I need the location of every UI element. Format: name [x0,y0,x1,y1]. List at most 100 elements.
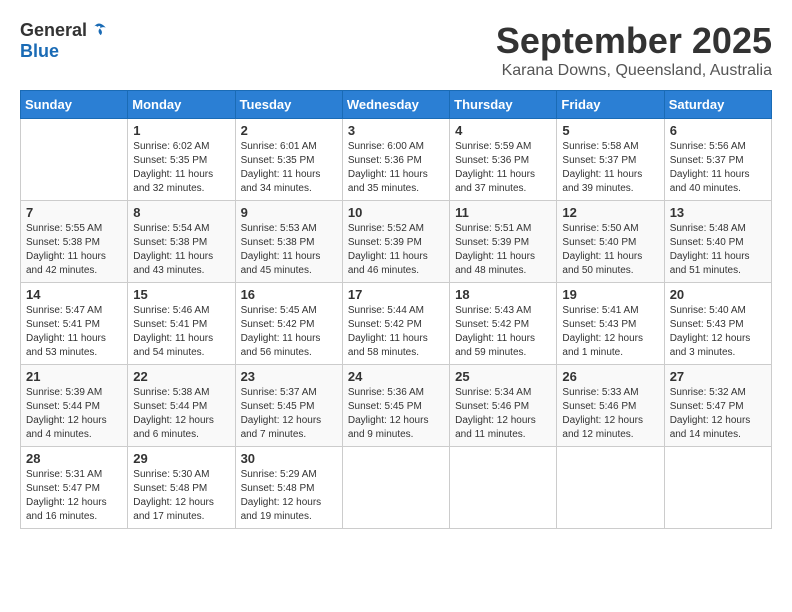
day-header-monday: Monday [128,91,235,119]
day-info: Sunrise: 5:29 AM Sunset: 5:48 PM Dayligh… [241,468,337,524]
calendar-cell: 25 Sunrise: 5:34 AM Sunset: 5:46 PM Dayli… [450,365,557,447]
day-info: Sunrise: 5:36 AM Sunset: 5:45 PM Dayligh… [348,386,444,442]
day-number: 9 [241,205,337,220]
logo: General Blue [20,20,109,62]
calendar-cell: 7 Sunrise: 5:55 AM Sunset: 5:38 PM Daylig… [21,201,128,283]
day-info: Sunrise: 5:51 AM Sunset: 5:39 PM Dayligh… [455,222,551,278]
day-number: 14 [26,287,122,302]
day-number: 12 [562,205,658,220]
calendar-cell [342,447,449,529]
day-number: 3 [348,123,444,138]
calendar-cell: 10 Sunrise: 5:52 AM Sunset: 5:39 PM Dayli… [342,201,449,283]
calendar-cell: 11 Sunrise: 5:51 AM Sunset: 5:39 PM Dayli… [450,201,557,283]
day-number: 7 [26,205,122,220]
day-number: 26 [562,369,658,384]
page-header: General Blue September 2025 Karana Downs… [20,20,772,80]
calendar-cell: 18 Sunrise: 5:43 AM Sunset: 5:42 PM Dayli… [450,283,557,365]
day-info: Sunrise: 5:38 AM Sunset: 5:44 PM Dayligh… [133,386,229,442]
day-number: 10 [348,205,444,220]
day-info: Sunrise: 5:47 AM Sunset: 5:41 PM Dayligh… [26,304,122,360]
calendar-cell: 27 Sunrise: 5:32 AM Sunset: 5:47 PM Dayli… [664,365,771,447]
calendar-cell [450,447,557,529]
day-header-friday: Friday [557,91,664,119]
calendar-cell: 3Sunrise: 6:00 AM Sunset: 5:36 PM Daylig… [342,119,449,201]
calendar-cell: 29 Sunrise: 5:30 AM Sunset: 5:48 PM Dayli… [128,447,235,529]
week-row-4: 21 Sunrise: 5:39 AM Sunset: 5:44 PM Dayli… [21,365,772,447]
calendar-cell: 8 Sunrise: 5:54 AM Sunset: 5:38 PM Daylig… [128,201,235,283]
day-number: 28 [26,451,122,466]
day-info: Sunrise: 5:39 AM Sunset: 5:44 PM Dayligh… [26,386,122,442]
day-number: 5 [562,123,658,138]
day-info: Sunrise: 5:58 AM Sunset: 5:37 PM Dayligh… [562,140,658,196]
calendar-cell: 26 Sunrise: 5:33 AM Sunset: 5:46 PM Dayli… [557,365,664,447]
day-number: 15 [133,287,229,302]
day-info: Sunrise: 5:59 AM Sunset: 5:36 PM Dayligh… [455,140,551,196]
day-info: Sunrise: 5:43 AM Sunset: 5:42 PM Dayligh… [455,304,551,360]
logo-blue-text: Blue [20,41,59,62]
calendar-cell: 23Sunrise: 5:37 AM Sunset: 5:45 PM Dayli… [235,365,342,447]
logo-general-text: General [20,20,87,41]
day-header-saturday: Saturday [664,91,771,119]
month-title: September 2025 [496,20,772,62]
day-info: Sunrise: 5:31 AM Sunset: 5:47 PM Dayligh… [26,468,122,524]
calendar-cell: 4 Sunrise: 5:59 AM Sunset: 5:36 PM Daylig… [450,119,557,201]
calendar-cell: 6 Sunrise: 5:56 AM Sunset: 5:37 PM Daylig… [664,119,771,201]
calendar-cell: 16 Sunrise: 5:45 AM Sunset: 5:42 PM Dayli… [235,283,342,365]
day-number: 22 [133,369,229,384]
calendar-cell [21,119,128,201]
day-number: 25 [455,369,551,384]
day-info: Sunrise: 5:32 AM Sunset: 5:47 PM Dayligh… [670,386,766,442]
calendar-cell: 9 Sunrise: 5:53 AM Sunset: 5:38 PM Daylig… [235,201,342,283]
day-header-thursday: Thursday [450,91,557,119]
day-number: 2 [241,123,337,138]
calendar-cell: 22 Sunrise: 5:38 AM Sunset: 5:44 PM Dayli… [128,365,235,447]
calendar-cell: 12 Sunrise: 5:50 AM Sunset: 5:40 PM Dayli… [557,201,664,283]
day-info: Sunrise: 6:01 AM Sunset: 5:35 PM Dayligh… [241,140,337,196]
calendar-cell: 17 Sunrise: 5:44 AM Sunset: 5:42 PM Dayli… [342,283,449,365]
day-info: Sunrise: 5:44 AM Sunset: 5:42 PM Dayligh… [348,304,444,360]
day-number: 8 [133,205,229,220]
day-number: 11 [455,205,551,220]
logo-bird-icon [89,21,109,41]
day-info: Sunrise: 5:48 AM Sunset: 5:40 PM Dayligh… [670,222,766,278]
day-number: 21 [26,369,122,384]
day-info: Sunrise: 5:56 AM Sunset: 5:37 PM Dayligh… [670,140,766,196]
day-number: 16 [241,287,337,302]
calendar-cell: 15 Sunrise: 5:46 AM Sunset: 5:41 PM Dayli… [128,283,235,365]
calendar-cell [664,447,771,529]
day-number: 27 [670,369,766,384]
day-number: 13 [670,205,766,220]
day-info: Sunrise: 5:53 AM Sunset: 5:38 PM Dayligh… [241,222,337,278]
calendar-cell: 19Sunrise: 5:41 AM Sunset: 5:43 PM Dayli… [557,283,664,365]
calendar-cell: 30Sunrise: 5:29 AM Sunset: 5:48 PM Dayli… [235,447,342,529]
day-info: Sunrise: 5:52 AM Sunset: 5:39 PM Dayligh… [348,222,444,278]
day-number: 29 [133,451,229,466]
day-info: Sunrise: 5:33 AM Sunset: 5:46 PM Dayligh… [562,386,658,442]
week-row-2: 7 Sunrise: 5:55 AM Sunset: 5:38 PM Daylig… [21,201,772,283]
day-info: Sunrise: 5:46 AM Sunset: 5:41 PM Dayligh… [133,304,229,360]
day-header-tuesday: Tuesday [235,91,342,119]
day-number: 18 [455,287,551,302]
day-header-wednesday: Wednesday [342,91,449,119]
week-row-1: 1Sunrise: 6:02 AM Sunset: 5:35 PM Daylig… [21,119,772,201]
title-section: September 2025 Karana Downs, Queensland,… [496,20,772,80]
week-row-3: 14 Sunrise: 5:47 AM Sunset: 5:41 PM Dayli… [21,283,772,365]
day-info: Sunrise: 5:45 AM Sunset: 5:42 PM Dayligh… [241,304,337,360]
day-header-sunday: Sunday [21,91,128,119]
day-number: 17 [348,287,444,302]
day-info: Sunrise: 5:54 AM Sunset: 5:38 PM Dayligh… [133,222,229,278]
day-number: 20 [670,287,766,302]
calendar-cell: 1Sunrise: 6:02 AM Sunset: 5:35 PM Daylig… [128,119,235,201]
day-number: 4 [455,123,551,138]
day-info: Sunrise: 5:30 AM Sunset: 5:48 PM Dayligh… [133,468,229,524]
day-number: 23 [241,369,337,384]
week-row-5: 28 Sunrise: 5:31 AM Sunset: 5:47 PM Dayli… [21,447,772,529]
calendar-cell: 2 Sunrise: 6:01 AM Sunset: 5:35 PM Daylig… [235,119,342,201]
calendar-table: SundayMondayTuesdayWednesdayThursdayFrid… [20,90,772,529]
day-info: Sunrise: 5:50 AM Sunset: 5:40 PM Dayligh… [562,222,658,278]
calendar-cell: 13 Sunrise: 5:48 AM Sunset: 5:40 PM Dayli… [664,201,771,283]
day-info: Sunrise: 5:34 AM Sunset: 5:46 PM Dayligh… [455,386,551,442]
day-info: Sunrise: 5:55 AM Sunset: 5:38 PM Dayligh… [26,222,122,278]
day-number: 6 [670,123,766,138]
calendar-cell: 21 Sunrise: 5:39 AM Sunset: 5:44 PM Dayli… [21,365,128,447]
